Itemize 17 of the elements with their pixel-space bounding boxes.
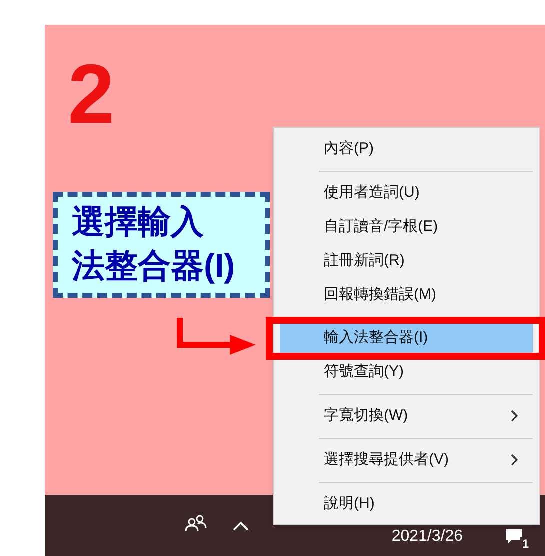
menu-item[interactable]: 使用者造詞(U) [280,176,533,210]
menu-item[interactable]: 回報轉換錯誤(M) [280,278,533,312]
callout-text: 選擇輸入 [72,202,205,242]
notification-badge: 1 [520,537,531,551]
step-number: 2 [68,52,115,136]
message-icon [504,527,524,545]
menu-item[interactable]: 符號查詢(Y) [280,355,533,389]
menu-item[interactable]: 自訂讀音/字根(E) [280,210,533,244]
menu-item[interactable]: 內容(P) [280,132,533,166]
taskbar-date[interactable]: 2021/3/26 [392,525,463,549]
menu-item[interactable]: 說明(H) [280,487,533,521]
menu-item[interactable]: 註冊新詞(R) [280,244,533,278]
people-icon [185,514,207,532]
menu-item[interactable]: 字寬切換(W) [280,399,533,433]
menu-item[interactable]: 選擇搜尋提供者(V) [280,443,533,477]
callout-text: 法整合器(I) [72,246,236,286]
chevron-up-icon [233,521,249,531]
